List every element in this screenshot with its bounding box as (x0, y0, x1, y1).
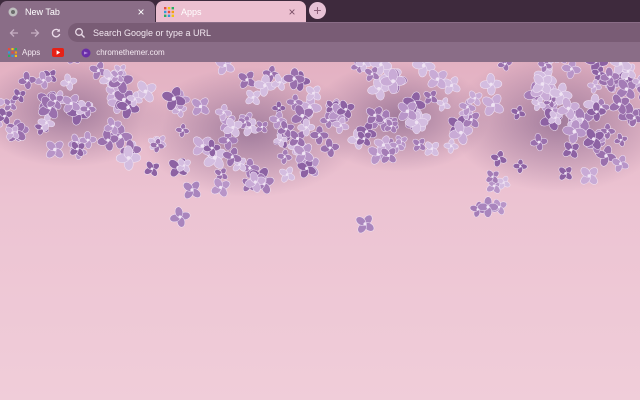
toolbar: Search Google or type a URL (0, 22, 640, 43)
bookmark-youtube[interactable] (52, 48, 69, 57)
background-photo (0, 62, 640, 400)
tab-apps[interactable]: Apps × (156, 1, 306, 22)
reload-button[interactable] (45, 22, 66, 43)
chrome-icon (8, 7, 18, 16)
close-tab-icon[interactable]: × (135, 6, 147, 18)
omnibox-placeholder: Search Google or type a URL (93, 27, 212, 38)
search-icon (75, 27, 85, 38)
forward-button[interactable] (24, 22, 45, 43)
youtube-icon (52, 48, 65, 57)
tab-strip: New Tab × Apps × + (0, 0, 640, 22)
bookmarks-bar: Apps chromethemer.com (0, 43, 640, 62)
apps-grid-icon (164, 6, 174, 17)
new-tab-button[interactable]: + (309, 2, 326, 19)
reload-icon (51, 28, 60, 37)
arrow-left-icon (9, 28, 18, 37)
bookmark-chromethemer[interactable]: chromethemer.com (81, 48, 165, 58)
bookmark-label: Apps (22, 48, 41, 57)
close-tab-icon[interactable]: × (286, 6, 298, 18)
apps-grid-icon (8, 48, 17, 57)
tab-label: New Tab (25, 6, 60, 17)
arrow-right-icon (30, 28, 39, 37)
back-button[interactable] (3, 22, 24, 43)
omnibox[interactable]: Search Google or type a URL (68, 23, 640, 42)
chromethemer-icon (81, 48, 91, 57)
tab-label: Apps (181, 6, 202, 17)
tab-new-tab[interactable]: New Tab × (0, 1, 155, 22)
bookmark-label: chromethemer.com (96, 48, 165, 57)
bookmark-apps[interactable]: Apps (8, 48, 40, 57)
